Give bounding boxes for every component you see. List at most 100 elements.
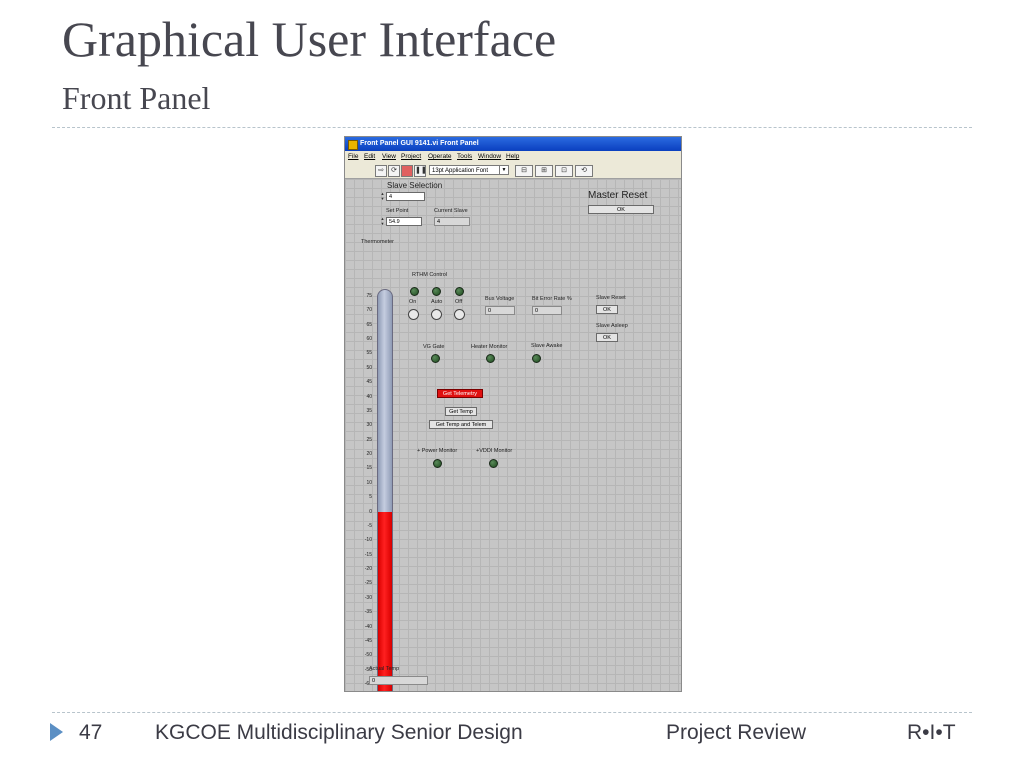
slave-awake-label: Slave Awake: [531, 343, 563, 349]
header-divider: [52, 127, 972, 128]
page-number: 47: [79, 721, 103, 744]
thermometer-tick: -20: [364, 566, 372, 573]
labview-icon: [348, 140, 358, 150]
rthm-off-button[interactable]: [454, 309, 465, 320]
slide-subtitle: Front Panel: [62, 80, 211, 116]
run-continuously-icon[interactable]: ⟳: [388, 165, 400, 177]
set-point-spinner[interactable]: ▲ ▼: [380, 216, 385, 226]
thermometer-tick: -25: [364, 580, 372, 587]
thermometer-tick: -50: [364, 652, 372, 659]
actual-temp-label: Actual Temp: [369, 666, 400, 672]
menu-bar: File Edit View Project Operate Tools Win…: [345, 151, 681, 162]
bit-error-indicator: 0: [532, 306, 562, 315]
run-arrow-icon[interactable]: ⇨: [375, 165, 387, 177]
master-reset-label: Master Reset: [588, 190, 648, 201]
reorder-icon[interactable]: ⟲: [575, 165, 593, 177]
thermometer-tick: 70: [366, 307, 372, 314]
thermometer-tick: -35: [364, 609, 372, 616]
menu-operate[interactable]: Operate: [428, 151, 452, 162]
align-objects-icon[interactable]: ⊟: [515, 165, 533, 177]
rthm-off-led: [455, 287, 464, 296]
thermometer-tick: 60: [366, 336, 372, 343]
slide-title: Graphical User Interface: [62, 11, 557, 67]
slave-selection-spinner[interactable]: ▲ ▼: [380, 191, 385, 201]
bus-voltage-label: Bus Voltage: [485, 296, 515, 302]
thermometer-tick: -5: [367, 522, 372, 529]
actual-temp-indicator: 0: [369, 676, 428, 685]
distribute-objects-icon[interactable]: ⊞: [535, 165, 553, 177]
get-temp-button[interactable]: Get Temp: [445, 407, 477, 416]
get-telemetry-button[interactable]: Get Telemetry: [437, 389, 483, 398]
power-monitor-led: [433, 459, 442, 468]
thermometer-tick: 25: [366, 436, 372, 443]
slave-reset-button[interactable]: OK: [596, 305, 618, 314]
thermometer-tick: 30: [366, 422, 372, 429]
thermometer-tick: 0: [369, 508, 372, 515]
footer-logo: R•I•T: [907, 721, 956, 744]
vddi-monitor-label: +VDDI Monitor: [476, 448, 513, 454]
rthm-auto-button[interactable]: [431, 309, 442, 320]
toolbar: ⇨ ⟳ ❚❚ 13pt Application Font ▼ ⊟ ⊞ ⊡ ⟲: [345, 162, 681, 179]
thermometer-tick: -30: [364, 594, 372, 601]
thermometer-tick: -45: [364, 637, 372, 644]
rthm-on-button[interactable]: [408, 309, 419, 320]
power-monitor-label: + Power Monitor: [417, 448, 458, 454]
bit-error-label: Bit Error Rate %: [532, 296, 572, 302]
pause-icon[interactable]: ❚❚: [414, 165, 427, 177]
heater-monitor-label: Heater Monitor: [471, 344, 508, 350]
menu-file[interactable]: File: [348, 151, 358, 162]
current-slave-label: Current Slave: [434, 208, 468, 214]
get-temp-and-telem-button[interactable]: Get Temp and Telem: [429, 420, 493, 429]
front-panel-canvas: Slave Selection ▲ ▼ 4 Set Point ▲ ▼ 54.9 C…: [345, 179, 681, 691]
thermometer-tick: 5: [369, 494, 372, 501]
menu-edit[interactable]: Edit: [364, 151, 375, 162]
slave-asleep-button[interactable]: OK: [596, 333, 618, 342]
window-title: Front Panel GUI 9141.vi Front Panel: [360, 140, 479, 147]
menu-help[interactable]: Help: [506, 151, 519, 162]
slave-selection-input[interactable]: 4: [386, 192, 425, 201]
menu-view[interactable]: View: [382, 151, 396, 162]
master-reset-button[interactable]: OK: [588, 205, 654, 214]
rthm-on-led: [410, 287, 419, 296]
thermometer-label: Thermometer: [361, 239, 395, 245]
rthm-auto-label: Auto: [431, 299, 443, 305]
thermometer-tick: 35: [366, 407, 372, 414]
menu-project[interactable]: Project: [401, 151, 421, 162]
thermometer-tube: [377, 289, 393, 691]
slave-selection-label: Slave Selection: [387, 181, 443, 190]
vg-gate-led: [431, 354, 440, 363]
thermometer-fill: [378, 511, 392, 691]
menu-window[interactable]: Window: [478, 151, 501, 162]
vddi-monitor-led: [489, 459, 498, 468]
footer-arrow-icon: [50, 723, 63, 741]
font-select[interactable]: 13pt Application Font ▼: [429, 165, 509, 175]
thermometer-tick: 65: [366, 321, 372, 328]
set-point-input[interactable]: 54.9: [386, 217, 422, 226]
thermometer-tick: -10: [364, 537, 372, 544]
rthm-on-label: On: [409, 299, 417, 305]
thermometer-tick: 20: [366, 451, 372, 458]
abort-icon[interactable]: [401, 165, 413, 177]
footer-course: KGCOE Multidisciplinary Senior Design: [155, 721, 523, 744]
chevron-down-icon: ▼: [499, 166, 508, 174]
thermometer-tick: 40: [366, 393, 372, 400]
resize-objects-icon[interactable]: ⊡: [555, 165, 573, 177]
rthm-off-label: Off: [455, 299, 463, 305]
rthm-control-label: RTHM Control: [412, 272, 448, 278]
current-slave-indicator: 4: [434, 217, 470, 226]
slave-awake-led: [532, 354, 541, 363]
menu-tools[interactable]: Tools: [457, 151, 472, 162]
footer-divider: [52, 712, 972, 713]
thermometer-tick: -40: [364, 623, 372, 630]
thermometer-tick: 50: [366, 364, 372, 371]
slave-reset-label: Slave Reset: [596, 295, 626, 301]
window-titlebar[interactable]: Front Panel GUI 9141.vi Front Panel: [345, 137, 681, 151]
footer-event: Project Review: [666, 721, 807, 744]
bus-voltage-indicator: 0: [485, 306, 515, 315]
set-point-label: Set Point: [386, 208, 409, 214]
thermometer-tick: 55: [366, 350, 372, 357]
rthm-auto-led: [432, 287, 441, 296]
slave-asleep-label: Slave Asleep: [596, 323, 628, 329]
thermometer-tick: 10: [366, 479, 372, 486]
thermometer-tick: 75: [366, 293, 372, 299]
